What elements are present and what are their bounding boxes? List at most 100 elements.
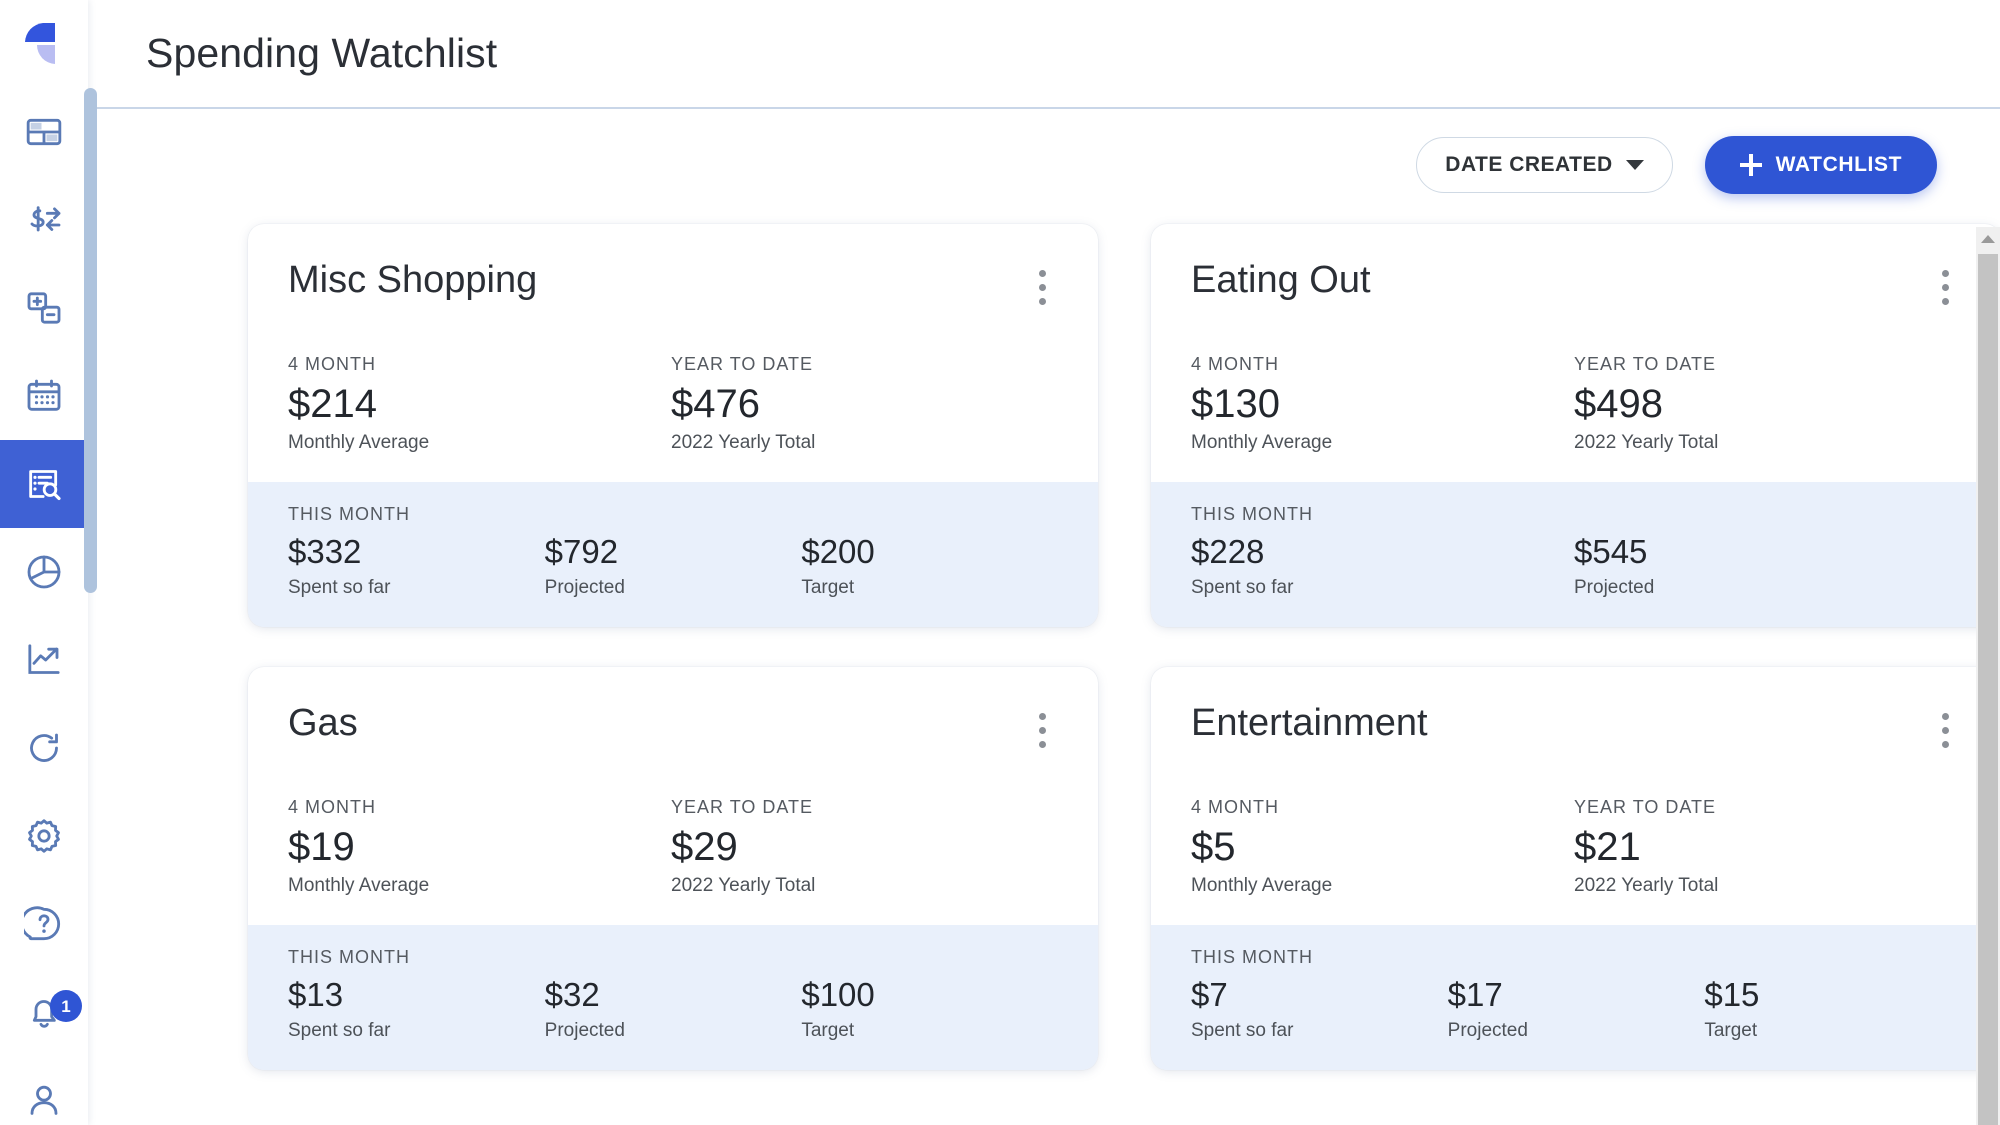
card-stats: 4 MONTH $214 Monthly Average YEAR TO DAT… [248,315,1098,482]
gear-icon [28,819,60,853]
sidebar-item-notifications[interactable]: 1 [0,968,88,1056]
card-title: Misc Shopping [288,259,538,301]
stat-caption: YEAR TO DATE [671,797,814,817]
sidebar-item-accounts[interactable] [0,264,88,352]
card-title: Gas [288,702,358,744]
more-vertical-icon[interactable] [1930,703,1961,758]
watchlist-card[interactable]: Gas 4 MONTH $19 Monthly Average YEAR TO … [248,667,1098,1070]
more-vertical-icon[interactable] [1027,260,1058,315]
card-title: Entertainment [1191,702,1428,744]
target-label: Target [801,1019,855,1041]
plus-icon [1739,154,1762,176]
watchlist-card[interactable]: Eating Out 4 MONTH $130 Monthly Average … [1151,224,2000,627]
question-mark-icon [24,906,61,941]
spent-value: $332 [288,533,362,570]
sort-dropdown[interactable]: DATE CREATED [1416,137,1673,193]
scroll-up-arrow-icon[interactable] [1976,227,2000,251]
sidebar-item-profile[interactable] [0,1056,88,1125]
cell-spent: $332 Spent so far [288,532,545,599]
stat-four-month: 4 MONTH $214 Monthly Average [288,354,671,454]
chevron-down-icon [1625,160,1644,170]
projected-value: $32 [544,976,600,1013]
spent-label: Spent so far [288,1019,391,1041]
projected-value: $792 [544,533,619,570]
spent-value: $228 [1191,533,1265,570]
cell-projected: $545 Projected [1574,532,1957,599]
pie-chart-icon [27,555,61,589]
scrollbar-thumb[interactable] [1978,254,1998,1125]
monarch-pie-logo-icon [25,23,55,64]
stat-value: $19 [288,825,355,869]
this-month-caption: THIS MONTH [288,504,410,524]
add-watchlist-label: WATCHLIST [1775,153,1902,176]
watchlist-card[interactable]: Entertainment 4 MONTH $5 Monthly Average… [1151,667,2000,1070]
stat-sublabel: Monthly Average [1191,432,1333,453]
sidebar-item-trends[interactable] [0,616,88,704]
stat-value: $476 [671,382,760,426]
sort-dropdown-label: DATE CREATED [1445,153,1613,176]
dashboard-layout-icon [26,118,62,146]
sidebar-nav: 1 [0,88,88,1125]
toolbar: DATE CREATED WATCHLIST [88,109,2000,221]
spent-label: Spent so far [288,576,391,598]
projected-value: $17 [1447,976,1503,1013]
stat-value: $29 [671,825,738,869]
stat-caption: 4 MONTH [1191,797,1279,817]
target-value: $100 [801,976,875,1013]
target-value: $200 [801,533,875,570]
watchlist-card[interactable]: Misc Shopping 4 MONTH $214 Monthly Avera… [248,224,1098,627]
stat-four-month: 4 MONTH $19 Monthly Average [288,797,671,897]
this-month-row: $13 Spent so far $32 Projected $100 Targ… [288,975,1058,1042]
stat-year-to-date: YEAR TO DATE $476 2022 Yearly Total [671,354,1054,454]
cell-spent: $7 Spent so far [1191,975,1448,1042]
stat-value: $214 [288,382,377,426]
target-label: Target [1704,1019,1758,1041]
page-title: Spending Watchlist [146,30,498,76]
card-this-month-panel: THIS MONTH $13 Spent so far $32 Projecte… [248,925,1098,1070]
projected-label: Projected [1447,1019,1528,1041]
line-chart-up-icon [28,644,60,674]
app-logo[interactable] [0,0,88,88]
cell-spent: $228 Spent so far [1191,532,1574,599]
cell-spent: $13 Spent so far [288,975,545,1042]
target-value: $15 [1704,976,1760,1013]
stat-caption: 4 MONTH [1191,354,1279,374]
sidebar-scrollbar[interactable] [84,88,97,593]
stat-sublabel: Monthly Average [288,432,430,453]
dollar-exchange-icon [30,206,61,232]
card-this-month-panel: THIS MONTH $7 Spent so far $17 Projected… [1151,925,2000,1070]
projected-label: Projected [544,576,625,598]
sidebar-item-transactions[interactable] [0,176,88,264]
this-month-caption: THIS MONTH [1191,947,1313,967]
stat-value: $21 [1574,825,1641,869]
stat-four-month: 4 MONTH $5 Monthly Average [1191,797,1574,897]
sidebar-item-dashboard[interactable] [0,88,88,176]
stat-sublabel: 2022 Yearly Total [671,875,816,896]
stat-sublabel: 2022 Yearly Total [1574,432,1719,453]
sidebar-item-budget[interactable] [0,528,88,616]
document-search-icon [29,470,61,501]
stat-sublabel: 2022 Yearly Total [671,432,816,453]
main-scrollbar[interactable] [1976,227,2000,1125]
cell-target: $200 Target [801,532,1058,599]
page-header: Spending Watchlist [88,0,2000,109]
watchlist-card-grid: Misc Shopping 4 MONTH $214 Monthly Avera… [88,221,2000,1070]
card-this-month-panel: THIS MONTH $228 Spent so far $545 Projec… [1151,482,2000,627]
sidebar-item-recurring[interactable] [0,704,88,792]
cell-target: $100 Target [801,975,1058,1042]
add-watchlist-button[interactable]: WATCHLIST [1704,136,1937,194]
more-vertical-icon[interactable] [1930,260,1961,315]
more-vertical-icon[interactable] [1027,703,1058,758]
sidebar-item-help[interactable] [0,880,88,968]
stat-four-month: 4 MONTH $130 Monthly Average [1191,354,1574,454]
sidebar-item-watchlist[interactable] [0,440,88,528]
app-root: 1 Spending Watchlist DATE CREATED WATCHL… [0,0,2000,1125]
this-month-row: $7 Spent so far $17 Projected $15 Target [1191,975,1961,1042]
stat-value: $498 [1574,382,1663,426]
card-this-month-panel: THIS MONTH $332 Spent so far $792 Projec… [248,482,1098,627]
stat-caption: YEAR TO DATE [671,354,814,374]
sidebar-item-settings[interactable] [0,792,88,880]
spent-label: Spent so far [1191,1019,1294,1041]
target-label: Target [801,576,855,598]
sidebar-item-calendar[interactable] [0,352,88,440]
